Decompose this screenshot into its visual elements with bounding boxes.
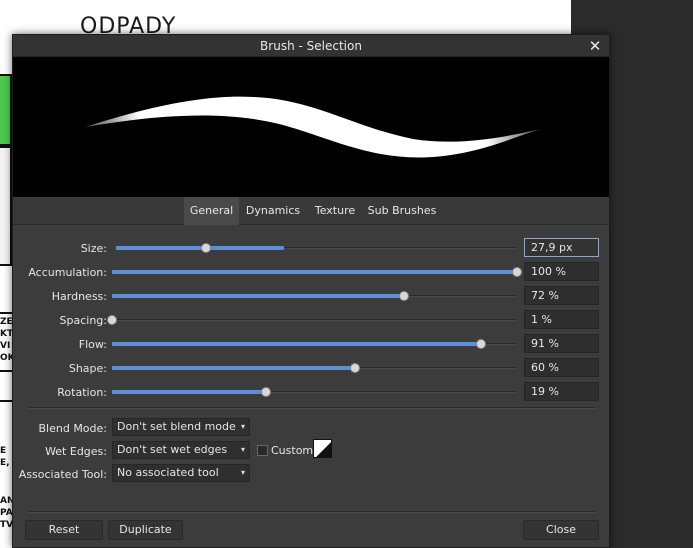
- slider-label-accumulation: Accumulation:: [28, 266, 107, 279]
- associated-tool-dropdown[interactable]: No associated tool ▾: [112, 464, 250, 482]
- dialog-title: Brush - Selection: [260, 39, 362, 53]
- slider-handle[interactable]: [261, 387, 271, 397]
- slider-handle[interactable]: [512, 267, 522, 277]
- slider-accumulation[interactable]: [112, 265, 522, 279]
- value-field-accumulation[interactable]: 100 %: [524, 262, 599, 281]
- custom-label: Custom: [271, 444, 314, 457]
- wet-edges-dropdown[interactable]: Don't set wet edges ▾: [112, 441, 250, 459]
- slider-spacing[interactable]: [107, 313, 517, 327]
- slider-label-hardness: Hardness:: [51, 290, 107, 303]
- value-field-rotation[interactable]: 19 %: [524, 382, 599, 401]
- blend-mode-value: Don't set blend mode: [117, 420, 236, 433]
- associated-tool-value: No associated tool: [117, 466, 219, 479]
- slider-label-flow: Flow:: [78, 338, 107, 351]
- tab-dynamics[interactable]: Dynamics: [242, 197, 304, 225]
- chevron-down-icon: ▾: [240, 422, 245, 431]
- slider-label-shape: Shape:: [68, 362, 107, 375]
- slider-label-spacing: Spacing:: [59, 314, 107, 327]
- associated-tool-label: Associated Tool:: [18, 468, 107, 481]
- slider-rotation[interactable]: [112, 385, 517, 399]
- value-field-size[interactable]: 27,9 px: [524, 238, 599, 257]
- slider-size[interactable]: [116, 241, 517, 255]
- wet-edges-label: Wet Edges:: [45, 445, 107, 458]
- canvas-edge-text: E,: [0, 458, 10, 468]
- tab-general[interactable]: General: [184, 197, 239, 225]
- value-field-spacing[interactable]: 1 %: [524, 310, 599, 329]
- slider-fill: [112, 294, 404, 298]
- reset-button[interactable]: Reset: [25, 520, 103, 540]
- slider-handle[interactable]: [107, 315, 117, 325]
- custom-checkbox[interactable]: [257, 445, 268, 456]
- slider-flow[interactable]: [112, 337, 517, 351]
- canvas-edge-text: VI: [0, 341, 11, 351]
- slider-hardness[interactable]: [112, 289, 517, 303]
- canvas-edge-text: ZE: [0, 317, 13, 327]
- section-divider: [29, 407, 595, 409]
- canvas-comic-panel: [0, 146, 12, 266]
- canvas-edge-text: PA: [0, 508, 13, 518]
- slider-shape[interactable]: [112, 361, 517, 375]
- blend-mode-dropdown[interactable]: Don't set blend mode ▾: [112, 418, 250, 436]
- canvas-edge-text: E: [0, 446, 7, 456]
- canvas-green-panel: [0, 74, 12, 146]
- slider-handle[interactable]: [476, 339, 486, 349]
- tab-texture[interactable]: Texture: [310, 197, 360, 225]
- close-icon[interactable]: ✕: [585, 36, 605, 56]
- brush-dialog: Brush - Selection ✕ General Dynamics Tex…: [12, 34, 610, 548]
- brush-stroke-preview: [13, 57, 609, 197]
- dialog-titlebar[interactable]: Brush - Selection ✕: [13, 35, 609, 57]
- slider-fill: [112, 342, 481, 346]
- slider-fill: [112, 270, 517, 274]
- blend-mode-label: Blend Mode:: [38, 422, 108, 435]
- slider-label-size: Size:: [80, 242, 107, 255]
- value-field-shape[interactable]: 60 %: [524, 358, 599, 377]
- black-white-swatch-icon: [314, 440, 331, 457]
- tab-sub-brushes[interactable]: Sub Brushes: [365, 197, 439, 225]
- canvas-panel-border-lower: [0, 400, 12, 540]
- slider-handle[interactable]: [201, 243, 211, 253]
- tab-bar: General Dynamics Texture Sub Brushes: [13, 197, 609, 225]
- slider-handle[interactable]: [399, 291, 409, 301]
- close-button[interactable]: Close: [523, 520, 599, 540]
- slider-fill: [112, 366, 355, 370]
- slider-track: [112, 319, 517, 321]
- slider-handle[interactable]: [350, 363, 360, 373]
- slider-fill: [116, 246, 284, 250]
- slider-label-rotation: Rotation:: [57, 386, 107, 399]
- wet-edges-value: Don't set wet edges: [117, 443, 228, 456]
- slider-fill: [112, 390, 266, 394]
- chevron-down-icon: ▾: [240, 445, 245, 454]
- chevron-down-icon: ▾: [240, 468, 245, 477]
- duplicate-button[interactable]: Duplicate: [108, 520, 183, 540]
- value-field-hardness[interactable]: 72 %: [524, 286, 599, 305]
- wet-edge-swatch[interactable]: [313, 439, 332, 458]
- footer-divider: [29, 511, 595, 513]
- stroke-preview-icon: [85, 96, 541, 158]
- value-field-flow[interactable]: 91 %: [524, 334, 599, 353]
